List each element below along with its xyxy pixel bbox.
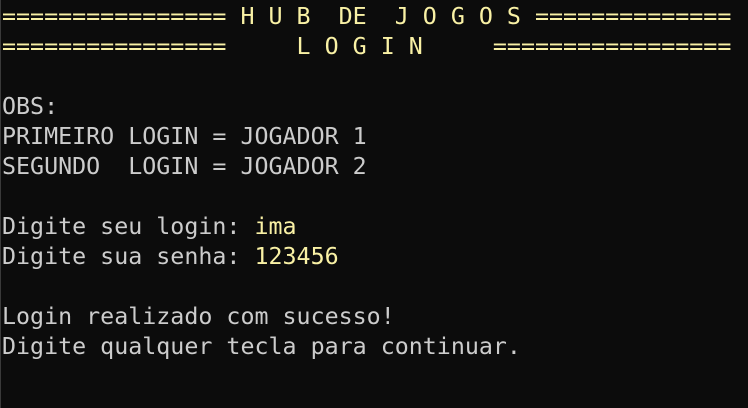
terminal-output[interactable]: ================ H U B DE J O G O S ====… — [2, 2, 731, 362]
login-line: Digite seu login: ima — [2, 212, 731, 242]
password-line: Digite sua senha: 123456 — [2, 242, 731, 272]
success-message: Login realizado com sucesso! — [2, 303, 395, 330]
password-input[interactable]: 123456 — [254, 243, 338, 270]
note-second-login: SEGUNDO LOGIN = JOGADOR 2 — [2, 153, 367, 180]
password-prompt: Digite sua senha: — [2, 243, 255, 270]
login-prompt: Digite seu login: — [2, 213, 255, 240]
note-first-login: PRIMEIRO LOGIN = JOGADOR 1 — [2, 123, 367, 150]
header-title: ================ H U B DE J O G O S ====… — [2, 3, 732, 30]
login-input[interactable]: ima — [254, 213, 296, 240]
notes-title: OBS: — [2, 93, 59, 120]
continue-message: Digite qualquer tecla para continuar. — [2, 333, 521, 360]
header-subtitle: ================ L O G I N =============… — [2, 33, 732, 60]
